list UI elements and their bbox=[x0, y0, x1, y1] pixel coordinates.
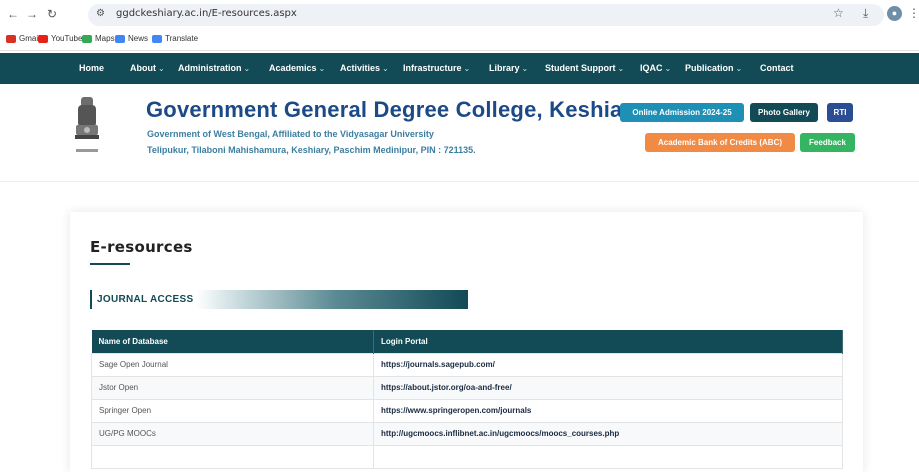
chevron-down-icon: ⌄ bbox=[463, 64, 471, 73]
profile-avatar[interactable]: ● bbox=[887, 6, 902, 21]
bookmark-news[interactable]: News bbox=[115, 34, 148, 43]
chevron-down-icon: ⌄ bbox=[318, 64, 326, 73]
nav-about[interactable]: About ⌄ bbox=[130, 63, 165, 73]
national-emblem-icon bbox=[75, 97, 99, 152]
chevron-down-icon: ⌄ bbox=[382, 64, 389, 73]
database-name: Sage Open Journal bbox=[91, 352, 374, 377]
database-name: Jstor Open bbox=[91, 375, 374, 400]
nav-home[interactable]: Home bbox=[79, 63, 104, 73]
youtube-icon bbox=[38, 34, 48, 43]
nav-contact[interactable]: Contact bbox=[760, 63, 794, 73]
title-underline bbox=[90, 263, 130, 265]
login-portal-link[interactable]: http://ugcmoocs.inflibnet.ac.in/ugcmoocs… bbox=[373, 421, 843, 446]
table-header-row: Name of Database Login Portal bbox=[91, 330, 843, 353]
nav-iqac[interactable]: IQAC ⌄ bbox=[640, 63, 671, 73]
bookmarks-bar: Gmail YouTube Maps News Translate bbox=[0, 29, 919, 51]
chevron-down-icon: ⌄ bbox=[521, 64, 529, 73]
table-row: Springer Open https://www.springeropen.c… bbox=[91, 398, 843, 423]
translate-icon bbox=[152, 34, 162, 43]
browser-toolbar: ← → ↻ ⚙ ggdckeshiary.ac.in/E-resources.a… bbox=[0, 0, 919, 29]
chevron-down-icon: ⌄ bbox=[664, 64, 672, 73]
nav-administration[interactable]: Administration ⌄ bbox=[178, 63, 250, 73]
chevron-down-icon: ⌄ bbox=[617, 64, 625, 73]
college-title: Government General Degree College, Keshi… bbox=[146, 97, 644, 122]
college-affiliation: Government of West Bengal, Affiliated to… bbox=[147, 129, 434, 139]
chevron-down-icon: ⌄ bbox=[158, 64, 165, 73]
section-accent bbox=[90, 290, 92, 309]
chevron-down-icon: ⌄ bbox=[243, 64, 251, 73]
site-info-icon[interactable]: ⚙ bbox=[96, 8, 105, 19]
header-divider bbox=[0, 181, 919, 182]
database-name: Springer Open bbox=[91, 398, 374, 423]
main-nav: Home About ⌄ Administration ⌄ Academics ⌄ A… bbox=[0, 53, 919, 84]
bookmark-maps[interactable]: Maps bbox=[82, 34, 115, 43]
news-icon bbox=[115, 34, 125, 43]
nav-library[interactable]: Library ⌄ bbox=[489, 63, 528, 73]
database-name: UG/PG MOOCs bbox=[91, 421, 374, 446]
chevron-down-icon: ⌄ bbox=[735, 64, 743, 73]
nav-publication[interactable]: Publication ⌄ bbox=[685, 63, 742, 73]
url-text[interactable]: ggdckeshiary.ac.in/E-resources.aspx bbox=[116, 8, 297, 19]
login-portal-link[interactable]: https://www.springeropen.com/journals bbox=[373, 398, 843, 423]
maps-icon bbox=[82, 34, 92, 43]
section-title: JOURNAL ACCESS bbox=[97, 294, 194, 305]
journal-table: Name of Database Login Portal Sage Open … bbox=[91, 330, 843, 469]
academic-bank-credits-button[interactable]: Academic Bank of Credits (ABC) bbox=[645, 133, 795, 152]
college-address: Telipukur, Tilaboni Mahishamura, Keshiar… bbox=[147, 145, 476, 155]
reload-icon[interactable]: ↻ bbox=[44, 6, 60, 22]
bookmark-star-icon[interactable]: ☆ bbox=[833, 6, 844, 20]
login-portal-link[interactable]: https://journals.sagepub.com/ bbox=[373, 352, 843, 377]
forward-icon[interactable]: → bbox=[24, 6, 40, 22]
column-header: Name of Database bbox=[91, 330, 374, 353]
nav-infrastructure[interactable]: Infrastructure ⌄ bbox=[403, 63, 470, 73]
nav-activities[interactable]: Activities ⌄ bbox=[340, 63, 389, 73]
rti-button[interactable]: RTI bbox=[827, 103, 853, 122]
online-admission-button[interactable]: Online Admission 2024-25 bbox=[620, 103, 744, 122]
table-row: Jstor Open https://about.jstor.org/oa-an… bbox=[91, 375, 843, 400]
nav-student-support[interactable]: Student Support ⌄ bbox=[545, 63, 624, 73]
download-icon[interactable]: ⤓ bbox=[863, 6, 868, 21]
bookmark-gmail[interactable]: Gmail bbox=[6, 34, 40, 43]
page-title: E-resources bbox=[90, 238, 193, 256]
photo-gallery-button[interactable]: Photo Gallery bbox=[750, 103, 818, 122]
bookmark-youtube[interactable]: YouTube bbox=[38, 34, 82, 43]
gmail-icon bbox=[6, 34, 16, 43]
column-header: Login Portal bbox=[373, 330, 843, 353]
table-row: Sage Open Journal https://journals.sagep… bbox=[91, 352, 843, 377]
bookmark-translate[interactable]: Translate bbox=[152, 34, 198, 43]
feedback-button[interactable]: Feedback bbox=[800, 133, 855, 152]
back-icon[interactable]: ← bbox=[5, 6, 21, 22]
login-portal-link[interactable]: https://about.jstor.org/oa-and-free/ bbox=[373, 375, 843, 400]
table-row: UG/PG MOOCs http://ugcmoocs.inflibnet.ac… bbox=[91, 421, 843, 446]
nav-academics[interactable]: Academics ⌄ bbox=[269, 63, 325, 73]
menu-icon[interactable]: ⋮ bbox=[908, 6, 919, 20]
